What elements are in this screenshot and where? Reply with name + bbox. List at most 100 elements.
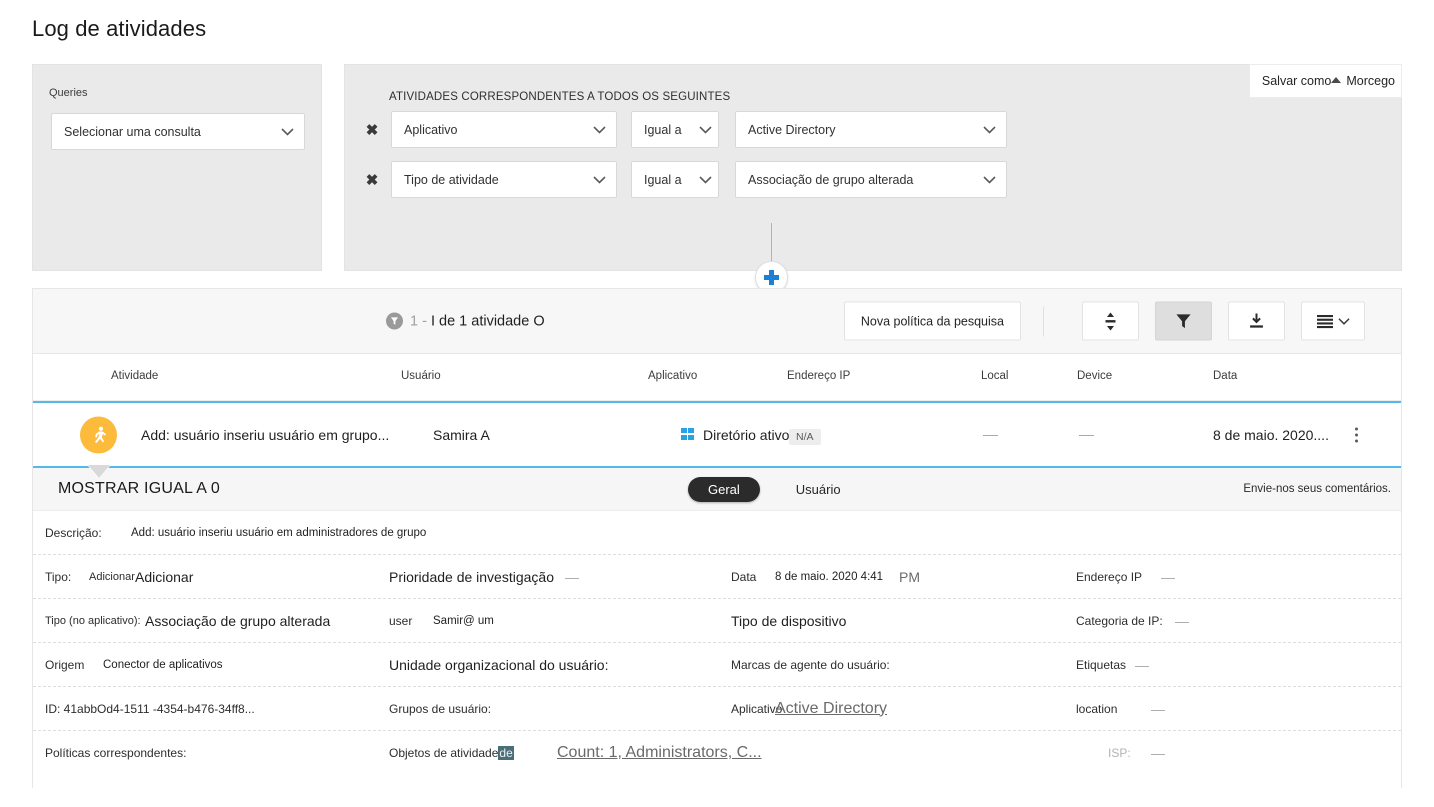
detail-link-active-directory-text: Active Directory [775, 699, 888, 717]
filter-field-select[interactable]: Tipo de atividade [391, 161, 617, 198]
column-header-aplicativo: Aplicativo [648, 370, 698, 382]
results-count-text: 1 - I de 1 atividade O [410, 313, 545, 329]
new-search-policy-label: Nova política da pesquisa [860, 314, 1004, 328]
detail-value-origem: Conector de aplicativos [103, 658, 223, 671]
detail-row: Descrição: Add: usuário inseriu usuário … [33, 511, 1401, 555]
filter-value-text: Associação de grupo alterada [748, 172, 914, 187]
kebab-menu-icon[interactable] [1355, 427, 1358, 442]
close-x-icon[interactable]: ✖ [359, 167, 385, 193]
tab-usuario[interactable]: Usuário [776, 477, 861, 502]
activity-log-page: Log de atividades Queries Selecionar uma… [0, 0, 1434, 807]
detail-link-activity-objects[interactable]: Count: 1, Administrators, C... [557, 744, 762, 762]
detail-row: Tipo (no aplicativo): Associação de grup… [33, 599, 1401, 643]
cell-endereco-ip: N/A [789, 427, 821, 445]
table-header: Atividade Usuário Aplicativo Endereço IP… [33, 354, 1401, 401]
results-count-body: I de 1 atividade O [430, 313, 545, 329]
detail-value-user: Samir@ um [433, 614, 494, 627]
detail-label-tipo-dispositivo: Tipo de dispositivo [731, 612, 847, 629]
query-select[interactable]: Selecionar uma consulta [51, 113, 305, 150]
detail-label-user: user [389, 613, 413, 628]
cell-data: 8 de maio. 2020.... [1213, 426, 1329, 443]
query-select-value: Selecionar uma consulta [64, 124, 201, 139]
filter-funnel-icon-button[interactable] [1155, 301, 1212, 341]
detail-value-etiquetas: — [1135, 656, 1149, 673]
chevron-down-icon [1337, 317, 1350, 325]
detail-panel: MOSTRAR IGUAL A 0 Geral Usuário Envie-no… [33, 468, 1401, 775]
detail-value-prioridade: — [565, 568, 579, 585]
detail-row: ID: 41abbOd4-1511 -4354-b476-34ff8... Gr… [33, 687, 1401, 731]
detail-link-active-directory[interactable]: Active Directory [775, 700, 887, 718]
save-as-button[interactable]: Salvar como Morcego [1248, 64, 1402, 98]
detail-label-isp: ISP: [1108, 746, 1131, 760]
close-x-icon[interactable]: ✖ [359, 117, 385, 143]
detail-label-politicas: Políticas correspondentes: [45, 746, 187, 760]
detail-row: Políticas correspondentes: Objetos de at… [33, 731, 1401, 775]
detail-label-unidade-organizacional: Unidade organizacional do usuário: [389, 656, 609, 673]
detail-row: Tipo: Adicionar Adicionar Prioridade de … [33, 555, 1401, 599]
detail-label-data: Data [731, 569, 757, 584]
detail-label-categoria-ip: Categoria de IP: [1076, 613, 1163, 628]
tab-geral[interactable]: Geral [688, 476, 760, 502]
new-search-policy-button[interactable]: Nova política da pesquisa [843, 301, 1021, 341]
selected-row-pointer [88, 465, 110, 479]
list-view-icon-button[interactable] [1301, 301, 1365, 341]
connector-line [771, 223, 772, 261]
results-count-prefix: 1 - [410, 313, 427, 329]
filter-operator-select[interactable]: Igual a [631, 161, 719, 198]
detail-value-data: 8 de maio. 2020 4:41 [775, 570, 884, 583]
page-title: Log de atividades [32, 16, 207, 41]
filter-value-select[interactable]: Associação de grupo alterada [735, 161, 1007, 198]
filter-operator-value: Igual a [644, 172, 682, 187]
column-header-atividade: Atividade [111, 370, 159, 382]
save-as-label: Salvar como [1261, 74, 1332, 88]
download-icon-button[interactable] [1228, 301, 1285, 341]
detail-label-etiquetas: Etiquetas [1076, 657, 1127, 672]
results-count: 1 - I de 1 atividade O [386, 312, 545, 330]
detail-label-tipo: Tipo: [45, 569, 72, 584]
running-person-icon [80, 416, 117, 453]
detail-value-endereco-ip: — [1161, 568, 1175, 585]
detail-label-prioridade: Prioridade de investigação [389, 568, 554, 585]
detail-label-location: location [1076, 701, 1118, 716]
table-row[interactable]: Add: usuário inseriu usuário em grupo...… [33, 401, 1401, 479]
filter-field-value: Tipo de atividade [404, 172, 499, 187]
save-as-secondary-label: Morcego [1346, 74, 1395, 88]
feedback-link[interactable]: Envie-nos seus comentários. [1243, 483, 1391, 495]
detail-label-objetos-atividade: Objetos de atividadede [389, 746, 514, 760]
detail-tabs: Geral Usuário [688, 476, 861, 502]
filters-heading: ATIVIDADES CORRESPONDENTES A TODOS OS SE… [389, 91, 731, 103]
filter-operator-value: Igual a [644, 122, 682, 137]
cell-local: — [983, 426, 998, 443]
detail-label-objetos-atividade-text: Objetos de atividade [389, 746, 499, 760]
cell-device: — [1079, 426, 1094, 443]
queries-panel: Queries Selecionar uma consulta [32, 64, 322, 271]
filter-badge-icon [386, 312, 403, 330]
filter-value-text: Active Directory [748, 122, 836, 137]
filter-operator-select[interactable]: Igual a [631, 111, 719, 148]
filter-field-value: Aplicativo [404, 122, 458, 137]
detail-value-tipo: Adicionar [135, 568, 194, 585]
column-header-local: Local [981, 370, 1009, 382]
detail-label-endereco-ip: Endereço IP [1076, 569, 1143, 584]
text-selection-highlight: de [498, 746, 514, 760]
column-header-device: Device [1077, 370, 1113, 382]
detail-header: MOSTRAR IGUAL A 0 Geral Usuário Envie-no… [33, 468, 1401, 511]
sort-updown-icon-button[interactable] [1082, 301, 1139, 341]
toolbar-divider [1043, 306, 1044, 336]
detail-value-location: — [1151, 700, 1165, 717]
detail-link-activity-objects-text: Count: 1, Administrators, C... [557, 744, 762, 761]
detail-value-data-suffix: PM [899, 568, 920, 585]
column-header-usuario: Usuário [401, 370, 441, 382]
filter-field-select[interactable]: Aplicativo [391, 111, 617, 148]
caret-up-icon [1329, 74, 1343, 89]
plus-icon-bar [769, 270, 774, 285]
status-badge: N/A [789, 428, 821, 445]
filter-condition-row: ✖ Tipo de atividade Igual a Associação d… [359, 161, 1007, 198]
results-toolbar: 1 - I de 1 atividade O Nova política da … [33, 289, 1401, 354]
chevron-down-icon [593, 125, 606, 134]
column-header-data: Data [1213, 370, 1238, 382]
detail-value-isp: — [1151, 745, 1165, 761]
filter-value-select[interactable]: Active Directory [735, 111, 1007, 148]
queries-label: Queries [49, 87, 88, 99]
results-toolbar-actions: Nova política da pesquisa [843, 301, 1365, 341]
